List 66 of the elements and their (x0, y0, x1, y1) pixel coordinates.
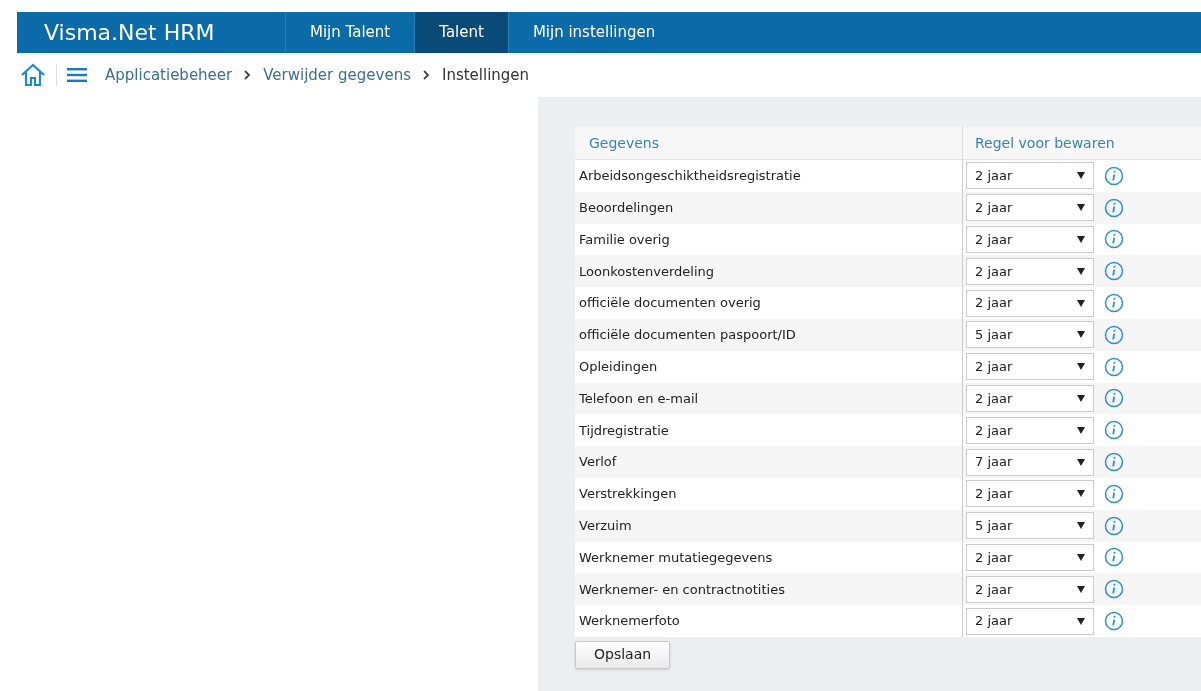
retention-dropdown[interactable]: 2 jaar (966, 194, 1094, 222)
caret-icon (1077, 617, 1085, 625)
table-cell: officiële documenten overig (575, 287, 963, 319)
table-cell: Beoordelingen (575, 191, 963, 224)
table-cell: Arbeidsongeschiktheidsregistratie (575, 160, 963, 192)
retention-dropdown[interactable]: 2 jaar (966, 353, 1094, 381)
info-icon[interactable] (1104, 229, 1124, 250)
retention-dropdown[interactable]: 2 jaar (966, 575, 1094, 603)
caret-icon (1077, 585, 1085, 593)
home-icon[interactable] (20, 62, 46, 88)
caret-icon (1077, 426, 1085, 434)
retention-dropdown[interactable]: 2 jaar (966, 607, 1094, 635)
retention-dropdown[interactable]: 2 jaar (966, 257, 1094, 285)
app-title: Visma.Net HRM (43, 19, 216, 47)
info-icon[interactable] (1104, 293, 1124, 314)
breadcrumb-link[interactable]: Verwijder gegevens (263, 63, 411, 87)
breadcrumb-link[interactable]: Applicatiebeheer (105, 63, 233, 87)
retention-dropdown[interactable]: 5 jaar (966, 512, 1094, 540)
info-icon[interactable] (1104, 356, 1124, 377)
retention-dropdown[interactable]: 7 jaar (966, 448, 1094, 476)
caret-icon (1077, 204, 1085, 212)
info-icon[interactable] (1104, 547, 1124, 568)
breadcrumb-current: Instellingen (441, 64, 530, 86)
caret-icon (1077, 267, 1085, 275)
caret-icon (1077, 458, 1085, 466)
info-icon[interactable] (1104, 515, 1124, 536)
caret-icon (1077, 363, 1085, 371)
info-icon[interactable] (1104, 420, 1124, 441)
info-icon[interactable] (1104, 324, 1124, 345)
retention-dropdown[interactable]: 2 jaar (966, 162, 1094, 190)
menu-icon[interactable] (67, 68, 87, 82)
retention-dropdown[interactable]: 2 jaar (966, 480, 1094, 508)
caret-icon (1077, 490, 1085, 498)
table-cell: officiële documenten paspoort/ID (575, 319, 963, 351)
info-icon[interactable] (1104, 611, 1124, 632)
caret-icon (1077, 522, 1085, 530)
retention-dropdown[interactable]: 2 jaar (966, 416, 1094, 444)
table-cell: Werknemerfoto (575, 605, 963, 637)
retention-dropdown[interactable]: 2 jaar (966, 289, 1094, 317)
chevron-icon (244, 70, 252, 80)
caret-icon (1077, 331, 1085, 339)
retention-dropdown[interactable]: 5 jaar (966, 321, 1094, 349)
column-header: Gegevens (575, 127, 963, 159)
info-icon[interactable] (1104, 197, 1124, 218)
column-header: Regel voor bewaren (974, 133, 1116, 153)
info-icon[interactable] (1104, 261, 1124, 282)
save-button[interactable]: Opslaan (575, 640, 671, 669)
table-cell: Verzuim (575, 509, 963, 542)
caret-icon (1077, 299, 1085, 307)
info-icon[interactable] (1104, 579, 1124, 600)
info-icon[interactable] (1104, 483, 1124, 504)
table-cell: Opleidingen (575, 350, 963, 383)
chevron-icon (422, 70, 430, 80)
table-cell: Verlof (575, 446, 963, 478)
retention-dropdown[interactable]: 2 jaar (966, 384, 1094, 412)
nav-tab[interactable]: Talent (414, 12, 508, 53)
caret-icon (1077, 553, 1085, 561)
caret-icon (1077, 172, 1085, 180)
retention-dropdown[interactable]: 2 jaar (966, 226, 1094, 253)
table-cell: Verstrekkingen (575, 477, 963, 510)
retention-dropdown[interactable]: 2 jaar (966, 543, 1094, 571)
info-icon[interactable] (1104, 165, 1124, 186)
caret-icon (1077, 236, 1085, 243)
info-icon[interactable] (1104, 388, 1124, 409)
info-icon[interactable] (1104, 452, 1124, 473)
caret-icon (1077, 394, 1085, 402)
